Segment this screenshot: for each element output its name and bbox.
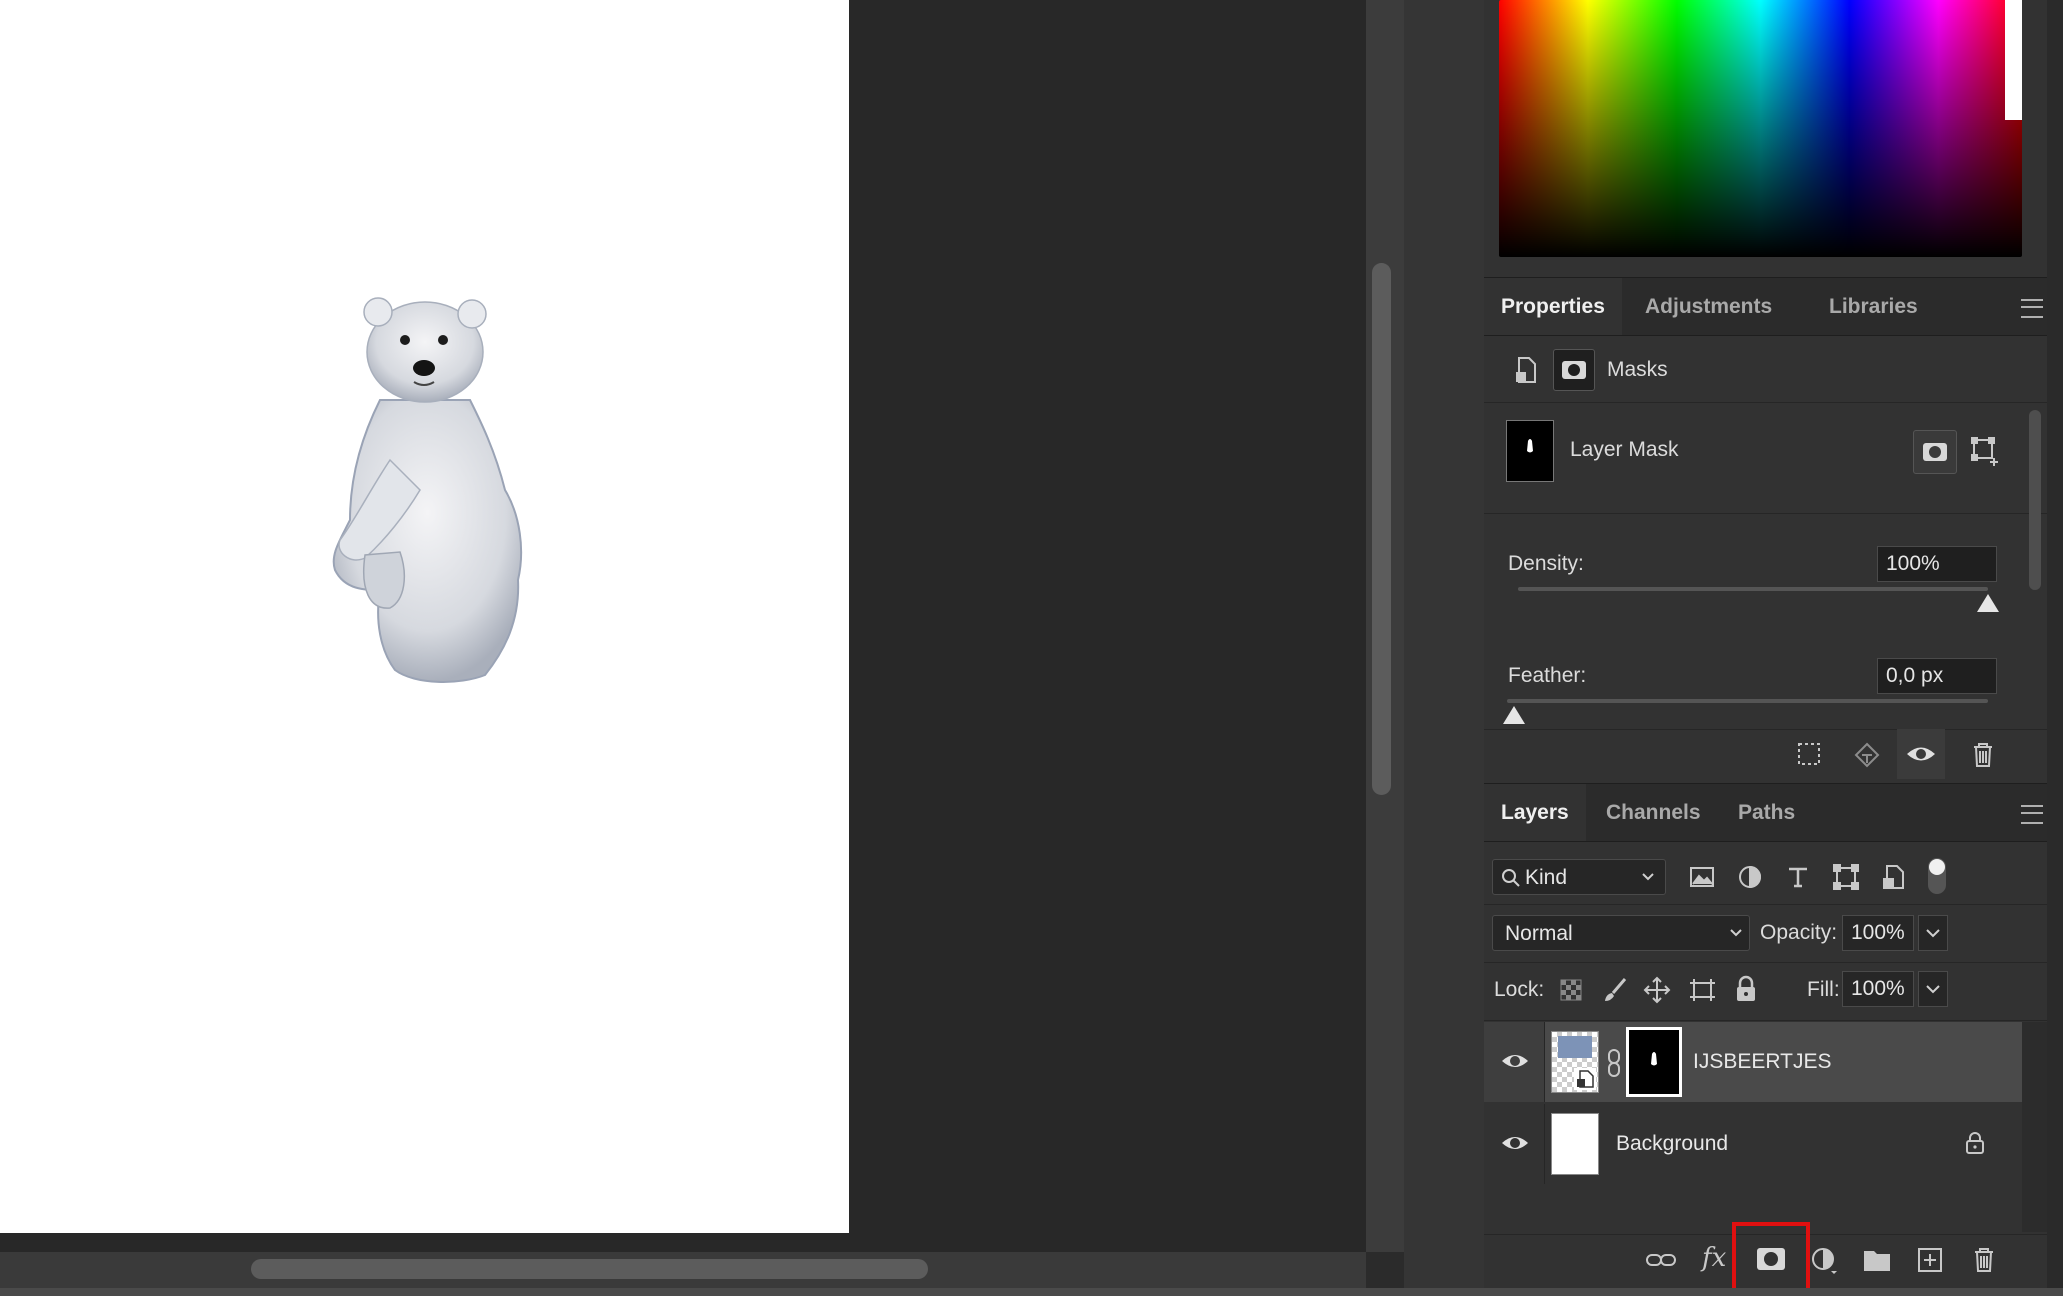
fill-slider-toggle[interactable] (1918, 971, 1948, 1007)
chevron-down-icon (1926, 929, 1940, 938)
add-mask-icon[interactable] (1754, 1244, 1788, 1274)
tab-paths[interactable]: Paths (1721, 784, 1812, 841)
feather-slider-thumb[interactable] (1503, 706, 1525, 724)
lock-label: Lock: (1494, 978, 1545, 1001)
smart-object-filter-icon[interactable] (1879, 862, 1909, 892)
polar-bear-cub-image (332, 297, 523, 683)
properties-panel-menu-icon[interactable] (2021, 299, 2043, 318)
properties-tabbar: Properties Adjustments Libraries (1484, 277, 2047, 336)
density-slider-thumb[interactable] (1977, 594, 1999, 612)
layer-row-background[interactable]: Background (1484, 1104, 2022, 1184)
fill-label: Fill: (1807, 978, 1840, 1001)
layers-panel-menu-icon[interactable] (2021, 805, 2043, 824)
divider (1484, 962, 2047, 963)
opacity-slider-toggle[interactable] (1918, 915, 1948, 951)
pixel-mask-icon[interactable] (1553, 349, 1595, 391)
filter-toggle-icon[interactable] (1928, 858, 1946, 894)
lock-all-icon[interactable] (1733, 974, 1759, 1004)
pixel-filter-icon[interactable] (1687, 862, 1717, 892)
vertical-scroll-thumb[interactable] (1372, 263, 1391, 795)
layer-thumbnail-background[interactable] (1551, 1113, 1599, 1175)
document-canvas[interactable] (0, 0, 849, 1233)
density-label: Density: (1508, 552, 1584, 575)
tab-properties[interactable]: Properties (1484, 278, 1622, 335)
chevron-down-icon (1730, 929, 1742, 937)
blend-mode-value: Normal (1505, 922, 1573, 945)
group-folder-icon[interactable] (1862, 1247, 1892, 1273)
layer-thumbnail-ijsbeertjes[interactable] (1551, 1031, 1599, 1093)
tab-layers[interactable]: Layers (1484, 784, 1586, 841)
feather-field[interactable]: 0,0 px (1877, 658, 1997, 694)
add-pixel-mask-icon[interactable] (1913, 430, 1957, 474)
layer-row-ijsbeertjes[interactable]: IJSBEERTJES (1484, 1022, 2022, 1102)
delete-mask-icon[interactable] (1968, 740, 1998, 770)
divider (1484, 904, 2047, 905)
adjustment-filter-icon[interactable] (1735, 862, 1765, 892)
panel-dock-gutter (1404, 0, 1484, 1296)
layer-lock-icon (1966, 1132, 1984, 1154)
blend-mode-dropdown[interactable]: Normal (1492, 915, 1750, 951)
shape-filter-icon[interactable] (1831, 862, 1861, 892)
adjustment-layer-icon[interactable] (1809, 1245, 1841, 1277)
layer-name[interactable]: IJSBEERTJES (1693, 1050, 1832, 1074)
density-field[interactable]: 100% (1877, 546, 1997, 582)
visibility-eye-icon[interactable] (1500, 1130, 1530, 1156)
status-strip (0, 1288, 2063, 1296)
layer-mask-thumbnail-ijsbeertjes[interactable] (1626, 1027, 1682, 1097)
feather-label: Feather: (1508, 664, 1587, 687)
properties-scrollbar[interactable] (2029, 410, 2041, 590)
lock-transparency-icon[interactable] (1559, 978, 1583, 1002)
layer-filter-kind-dropdown[interactable]: Kind (1492, 859, 1666, 895)
new-layer-icon[interactable] (1915, 1245, 1945, 1275)
delete-layer-icon[interactable] (1969, 1245, 1999, 1275)
add-vector-mask-icon[interactable] (1970, 436, 2002, 468)
color-swatch-strip (2005, 0, 2022, 120)
search-icon (1502, 869, 1520, 887)
apply-mask-icon[interactable] (1852, 740, 1882, 770)
tab-libraries[interactable]: Libraries (1812, 278, 1935, 335)
chevron-down-icon (1926, 985, 1940, 994)
link-layers-icon[interactable] (1644, 1245, 1678, 1275)
layer-mask-thumbnail[interactable] (1506, 420, 1554, 482)
layers-scroll-gutter (2022, 1022, 2047, 1232)
masks-section-label: Masks (1607, 358, 1668, 381)
mask-link-icon[interactable] (1606, 1048, 1622, 1078)
lock-brush-icon[interactable] (1601, 976, 1629, 1004)
chevron-down-icon (1642, 873, 1654, 881)
divider (1484, 729, 2047, 730)
horizontal-scroll-thumb[interactable] (251, 1259, 928, 1279)
load-selection-icon[interactable] (1795, 740, 1825, 770)
type-filter-icon[interactable] (1783, 862, 1813, 892)
opacity-label: Opacity: (1760, 921, 1838, 944)
layer-name[interactable]: Background (1616, 1132, 1728, 1156)
fx-icon[interactable]: fx (1702, 1243, 1726, 1273)
lock-position-icon[interactable] (1642, 975, 1672, 1005)
layers-tabbar: Layers Channels Paths (1484, 783, 2047, 842)
visibility-eye-icon[interactable] (1897, 729, 1945, 779)
smart-object-icon[interactable] (1513, 354, 1541, 386)
tab-adjustments[interactable]: Adjustments (1628, 278, 1789, 335)
fill-field[interactable]: 100% (1842, 971, 1914, 1007)
density-slider[interactable] (1518, 587, 1988, 591)
opacity-field[interactable]: 100% (1842, 915, 1914, 951)
smart-object-badge-icon (1574, 1068, 1596, 1090)
lock-artboard-icon[interactable] (1687, 975, 1717, 1005)
visibility-eye-icon[interactable] (1500, 1048, 1530, 1074)
color-picker-field[interactable] (1499, 0, 2022, 257)
tab-channels[interactable]: Channels (1589, 784, 1718, 841)
layer-mask-label: Layer Mask (1570, 438, 1679, 461)
feather-slider[interactable] (1507, 699, 1988, 703)
divider (1484, 402, 2047, 403)
divider (1484, 1020, 2047, 1021)
divider (1484, 513, 2047, 514)
layer-filter-label: Kind (1525, 866, 1568, 889)
panel-edge-strip (2047, 0, 2063, 1296)
